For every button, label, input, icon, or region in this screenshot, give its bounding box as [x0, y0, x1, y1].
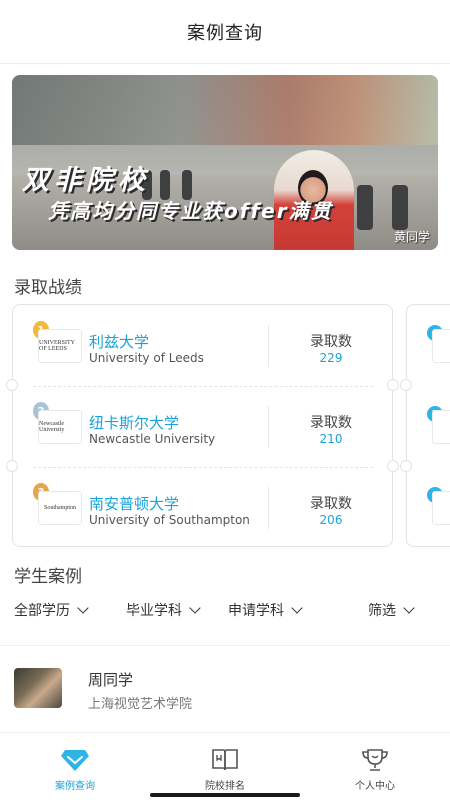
university-row[interactable]: 2 Newcastle University 纽卡斯尔大学 Newcastle …	[13, 386, 394, 467]
filter-bar: 全部学历 毕业学科 申请学科 筛选	[0, 600, 450, 630]
card-notch	[6, 460, 18, 472]
filter-education[interactable]: 全部学历	[14, 600, 89, 620]
university-logo: UNIVERSITY OF LEEDS	[38, 329, 82, 363]
filter-label: 筛选	[368, 603, 396, 619]
filter-label: 申请学科	[228, 603, 284, 619]
university-logo	[432, 410, 450, 444]
university-row[interactable]: 3 Southampton 南安普顿大学 University of South…	[13, 467, 394, 548]
university-name-cn: 南安普顿大学	[89, 495, 180, 513]
filter-graduation-subject[interactable]: 毕业学科	[126, 600, 201, 620]
university-logo	[432, 491, 450, 525]
university-name-en: Newcastle University	[89, 432, 216, 446]
admit-count: 229	[319, 351, 343, 365]
university-logo: Newcastle University	[38, 410, 82, 444]
banner-figure	[357, 185, 373, 230]
university-logo: Southampton	[38, 491, 82, 525]
page-title: 案例查询	[187, 22, 263, 44]
card-notch	[400, 379, 412, 391]
nav-label: 院校排名	[205, 781, 245, 792]
results-card-next[interactable]: 4 5 6	[406, 304, 450, 547]
nav-label: 个人中心	[355, 781, 395, 792]
banner-figure	[392, 185, 408, 230]
home-indicator	[150, 793, 300, 797]
chevron-down-icon	[77, 601, 89, 614]
university-name-en: University of Southampton	[89, 513, 250, 527]
banner-subheadline: 凭高均分同专业获offer满贯	[48, 199, 333, 223]
admit-label: 录取数	[310, 415, 352, 431]
university-name-cn: 利兹大学	[89, 333, 150, 351]
book-icon	[212, 749, 238, 771]
nav-item-rankings[interactable]: 院校排名	[150, 733, 300, 800]
students-section-title: 学生案例	[14, 567, 82, 587]
admit-count: 206	[319, 513, 343, 527]
student-avatar	[14, 668, 62, 708]
row-separator	[268, 406, 269, 448]
diamond-icon	[61, 750, 89, 771]
student-name: 周同学	[88, 671, 134, 689]
trophy-icon	[362, 749, 388, 771]
chevron-down-icon	[189, 601, 201, 614]
results-section-title: 录取战绩	[14, 278, 82, 298]
top-bar: 案例查询	[0, 0, 450, 64]
card-notch	[400, 460, 412, 472]
card-notch	[387, 460, 399, 472]
student-case-item[interactable]: 周同学 上海视觉艺术学院	[0, 660, 450, 720]
banner-headline: 双非院校	[22, 165, 150, 196]
card-notch	[6, 379, 18, 391]
filter-label: 全部学历	[14, 603, 70, 619]
nav-item-case-search[interactable]: 案例查询	[0, 733, 150, 800]
nav-item-profile[interactable]: 个人中心	[300, 733, 450, 800]
nav-label: 案例查询	[55, 781, 95, 792]
admit-count: 210	[319, 432, 343, 446]
university-logo	[432, 329, 450, 363]
university-row[interactable]: 1 UNIVERSITY OF LEEDS 利兹大学 University of…	[13, 305, 394, 386]
bottom-nav: 案例查询 院校排名 个人中心	[0, 732, 450, 800]
admit-label: 录取数	[310, 334, 352, 350]
admit-label: 录取数	[310, 496, 352, 512]
row-separator	[268, 325, 269, 367]
banner-caption: 黄同学	[393, 230, 430, 244]
filter-label: 毕业学科	[126, 603, 182, 619]
banner-background	[12, 75, 438, 145]
university-name-en: University of Leeds	[89, 351, 204, 365]
filter-application-subject[interactable]: 申请学科	[228, 600, 303, 620]
university-name-cn: 纽卡斯尔大学	[89, 414, 180, 432]
app-root: 案例查询 双非院校 凭高均分同专业获offer满贯 黄同学 录取战绩 1 UNI…	[0, 0, 450, 800]
chevron-down-icon	[403, 601, 415, 614]
row-separator	[268, 487, 269, 529]
student-school: 上海视觉艺术学院	[88, 697, 193, 712]
results-card[interactable]: 1 UNIVERSITY OF LEEDS 利兹大学 University of…	[12, 304, 393, 547]
filter-more[interactable]: 筛选	[368, 600, 415, 620]
card-notch	[387, 379, 399, 391]
chevron-down-icon	[291, 601, 303, 614]
divider	[0, 645, 450, 646]
